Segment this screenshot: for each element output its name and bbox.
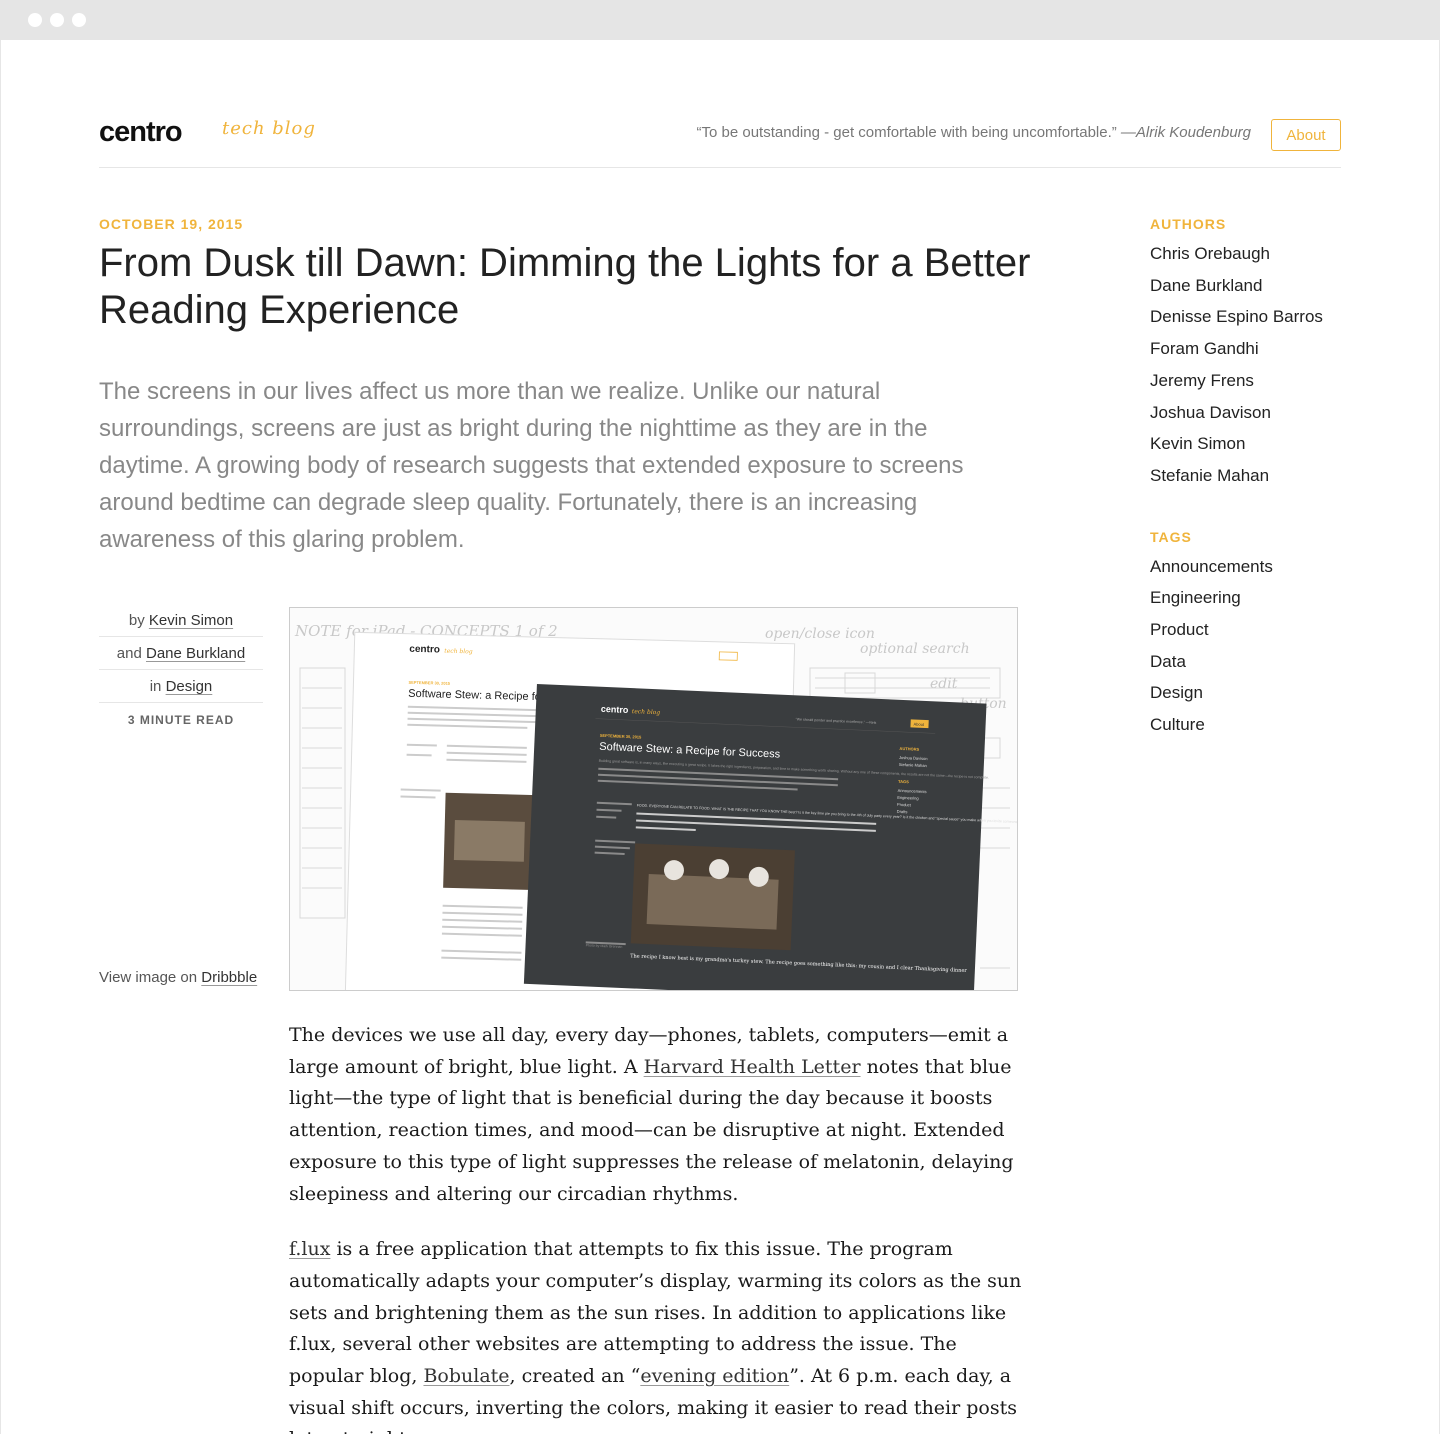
author-link[interactable]: Dane Burkland (1150, 270, 1380, 302)
header-quote: “To be outstanding - get comfortable wit… (697, 124, 1251, 141)
bobulate-link[interactable]: Bobulate (423, 1365, 509, 1387)
dark-mockup-tag: Product (897, 802, 912, 808)
sketch-note: optional search (860, 641, 970, 657)
caption-text: View image on (99, 969, 198, 986)
site-header: centro tech blog “To be outstanding - ge… (99, 80, 1341, 168)
mockup-illustration: NOTE for iPad - CONCEPTS 1 of 2 open/clo… (290, 608, 1017, 990)
dark-mockup: centro tech blog “We should ponder and p… (523, 683, 1017, 990)
article-lede: The screens in our lives affect us more … (99, 378, 964, 553)
dark-mockup-authors-head: AUTHORS (899, 746, 919, 752)
author-link[interactable]: Stefanie Mahan (1150, 460, 1380, 492)
mockup-logo-sub: tech blog (444, 648, 473, 656)
dark-mockup-about: About (913, 721, 925, 726)
about-button[interactable]: About (1271, 119, 1341, 151)
harvard-health-link[interactable]: Harvard Health Letter (644, 1056, 861, 1078)
article-date: OCTOBER 19, 2015 (99, 216, 244, 232)
article-paragraph: The devices we use all day, every day—ph… (289, 1020, 1029, 1210)
site-logo[interactable]: centro (99, 118, 183, 147)
quote-author: —Alrik Koudenburg (1120, 124, 1251, 141)
tag-link[interactable]: Design (1150, 677, 1380, 709)
browser-window: centro tech blog “To be outstanding - ge… (1, 40, 1439, 1434)
browser-chrome (0, 0, 1440, 40)
author-link[interactable]: Denisse Espino Barros (1150, 301, 1380, 333)
authors-list: Chris Orebaugh Dane Burkland Denisse Esp… (1150, 238, 1380, 492)
site-logo-subtitle[interactable]: tech blog (222, 120, 316, 138)
article-image[interactable]: NOTE for iPad - CONCEPTS 1 of 2 open/clo… (289, 607, 1018, 991)
article-title: From Dusk till Dawn: Dimming the Lights … (99, 241, 1031, 332)
meta-author-row: by Kevin Simon (99, 604, 263, 637)
window-dot-icon[interactable] (72, 13, 86, 27)
tags-heading: TAGS (1150, 528, 1192, 545)
in-label: in (149, 678, 162, 695)
sketch-note: edit (930, 676, 958, 692)
paragraph-text: , created an “ (509, 1365, 641, 1388)
by-label: by (128, 612, 145, 629)
author-link[interactable]: Joshua Davison (1150, 397, 1380, 429)
category-link-design[interactable]: Design (166, 678, 213, 695)
dark-mockup-logo: centro (601, 704, 629, 715)
dark-mockup-logo-sub: tech blog (632, 708, 661, 716)
dribbble-link[interactable]: Dribbble (201, 969, 257, 986)
article-body: The devices we use all day, every day—ph… (289, 1020, 1029, 1434)
quote-text: “To be outstanding - get comfortable wit… (696, 124, 1117, 141)
meta-author-row: and Dane Burkland (99, 637, 263, 670)
article-meta: by Kevin Simon and Dane Burkland in Desi… (99, 604, 263, 737)
article-paragraph: f.lux is a free application that attempt… (289, 1234, 1029, 1434)
window-dot-icon[interactable] (50, 13, 64, 27)
evening-edition-link[interactable]: evening edition (640, 1365, 789, 1387)
flux-link[interactable]: f.lux (289, 1238, 330, 1260)
tag-link[interactable]: Data (1150, 646, 1380, 678)
dark-mockup-tag: Engineering (897, 795, 919, 801)
paragraph-text: notes that blue light—the type of light … (289, 1055, 1014, 1205)
authors-heading: AUTHORS (1150, 216, 1227, 232)
tag-link[interactable]: Engineering (1150, 582, 1380, 614)
author-link[interactable]: Kevin Simon (1150, 428, 1380, 460)
author-link[interactable]: Foram Gandhi (1150, 333, 1380, 365)
tag-link[interactable]: Product (1150, 614, 1380, 646)
and-label: and (116, 645, 142, 662)
author-link-dane-burkland[interactable]: Dane Burkland (146, 645, 245, 662)
window-dot-icon[interactable] (28, 13, 42, 27)
dark-mockup-tag: Drafts (897, 809, 908, 814)
read-time: 3 MINUTE READ (127, 713, 235, 727)
author-link[interactable]: Jeremy Frens (1150, 365, 1380, 397)
sketch-note: open/close icon (765, 626, 875, 642)
sidebar: AUTHORS Chris Orebaugh Dane Burkland Den… (1150, 216, 1380, 741)
image-caption: View image on Dribbble (99, 969, 257, 986)
tag-link[interactable]: Announcements (1150, 551, 1380, 583)
mockup-logo: centro (409, 644, 440, 656)
meta-category-row: in Design (99, 670, 263, 703)
author-link-kevin-simon[interactable]: Kevin Simon (149, 612, 233, 629)
dark-mockup-tags-head: TAGS (898, 779, 909, 784)
tag-link[interactable]: Culture (1150, 709, 1380, 741)
author-link[interactable]: Chris Orebaugh (1150, 238, 1380, 270)
tags-list: Announcements Engineering Product Data D… (1150, 551, 1380, 741)
